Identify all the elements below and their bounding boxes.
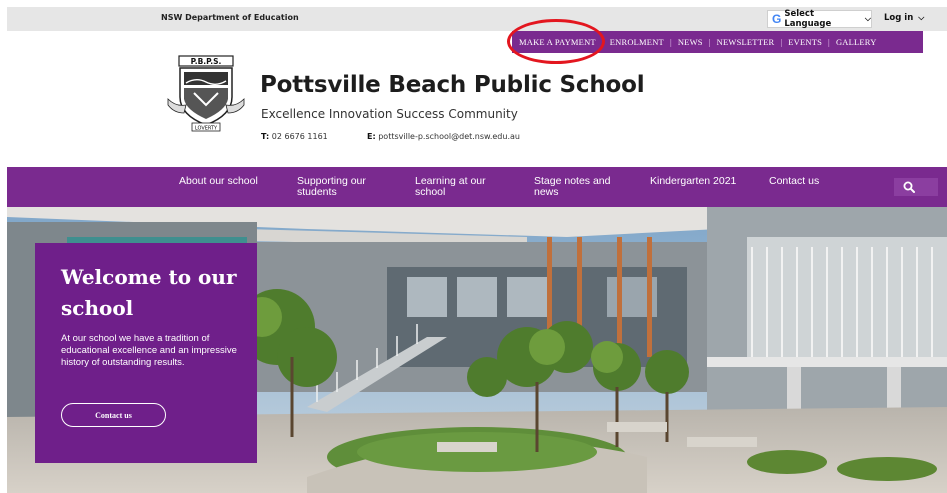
main-navigation: About our school Supporting our students…: [7, 167, 947, 207]
search-icon: [903, 181, 915, 193]
google-translate-icon: G: [772, 12, 782, 26]
red-highlight-circle: [507, 19, 605, 64]
contact-us-button[interactable]: Contact us: [61, 403, 166, 427]
email-address[interactable]: E: pottsville-p.school@det.nsw.edu.au: [367, 132, 520, 141]
separator: |: [708, 37, 711, 47]
quick-link-events[interactable]: EVENTS: [788, 37, 822, 47]
language-select-label: Select Language: [784, 9, 832, 29]
login-label: Log in: [884, 13, 914, 23]
separator: |: [780, 37, 783, 47]
quick-link-gallery[interactable]: GALLERY: [836, 37, 877, 47]
nav-learning-at-our-school[interactable]: Learning at our school: [415, 176, 486, 198]
separator: |: [669, 37, 672, 47]
nav-about-our-school[interactable]: About our school: [179, 176, 258, 187]
nav-stage-notes-and-news[interactable]: Stage notes and news: [534, 176, 610, 198]
welcome-text: At our school we have a tradition of edu…: [61, 333, 237, 368]
svg-text:P.B.P.S.: P.B.P.S.: [191, 57, 222, 66]
quick-link-enrolment[interactable]: ENROLMENT: [610, 37, 664, 47]
utility-bar: NSW Department of Education G Select Lan…: [7, 7, 947, 31]
svg-text:LOVERTY: LOVERTY: [195, 126, 218, 132]
quick-link-news[interactable]: NEWS: [678, 37, 703, 47]
email-value: pottsville-p.school@det.nsw.edu.au: [378, 132, 520, 141]
school-crest-logo[interactable]: P.B.P.S. LOVERTY: [166, 55, 246, 133]
chevron-down-icon: ⌵: [864, 14, 871, 23]
welcome-title: Welcome to our school: [61, 265, 237, 320]
quick-link-newsletter[interactable]: NEWSLETTER: [717, 37, 775, 47]
nav-kindergarten-2021[interactable]: Kindergarten 2021: [650, 176, 736, 187]
nav-contact-us[interactable]: Contact us: [769, 176, 819, 187]
department-link[interactable]: NSW Department of Education: [161, 13, 299, 22]
nav-supporting-our-students[interactable]: Supporting our students: [297, 176, 366, 198]
school-tagline: Excellence Innovation Success Community: [261, 107, 518, 121]
phone-number[interactable]: T: 02 6676 1161: [261, 132, 328, 141]
phone-label: T:: [261, 132, 270, 141]
chevron-down-icon: ⌵: [918, 13, 925, 22]
page: NSW Department of Education G Select Lan…: [0, 0, 947, 493]
phone-value: 02 6676 1161: [271, 132, 328, 141]
login-menu[interactable]: Log in ⌵: [884, 13, 924, 23]
welcome-panel: Welcome to our school At our school we h…: [35, 243, 257, 463]
search-button[interactable]: [894, 178, 938, 196]
school-name[interactable]: Pottsville Beach Public School: [260, 72, 645, 98]
email-label: E:: [367, 132, 376, 141]
language-select[interactable]: G Select Language ⌵: [767, 9, 872, 29]
separator: |: [828, 37, 830, 47]
